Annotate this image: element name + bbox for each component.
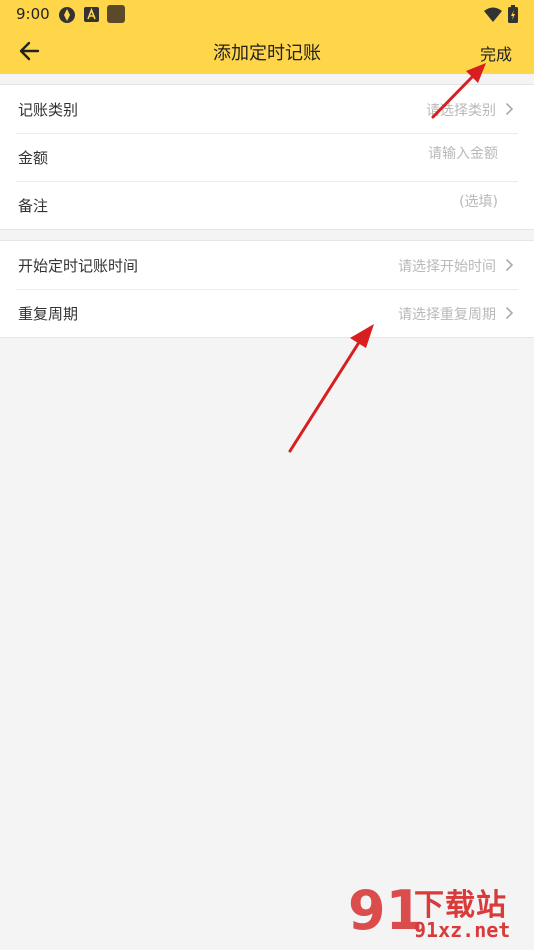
start-time-row[interactable]: 开始定时记账时间 请选择开始时间 — [0, 241, 534, 289]
category-row[interactable]: 记账类别 请选择类别 — [0, 85, 534, 133]
repeat-cycle-row[interactable]: 重复周期 请选择重复周期 — [0, 289, 534, 337]
translate-notification-icon — [84, 7, 99, 22]
status-time: 9:00 — [16, 5, 50, 23]
chevron-right-icon — [505, 258, 514, 272]
amount-input[interactable] — [318, 146, 498, 162]
annotation-arrow-repeat — [288, 324, 374, 453]
repeat-cycle-label: 重复周期 — [18, 305, 79, 323]
form-group-schedule: 开始定时记账时间 请选择开始时间 重复周期 请选择重复周期 — [0, 240, 534, 338]
repeat-cycle-hint: 请选择重复周期 — [398, 307, 496, 323]
chevron-right-icon — [505, 102, 514, 116]
watermark: 91 下载站 91xz.net — [348, 880, 528, 948]
battery-icon — [508, 5, 518, 23]
watermark-url: 91xz.net — [414, 918, 511, 942]
category-label: 记账类别 — [18, 101, 79, 119]
page-title: 添加定时记账 — [213, 43, 321, 64]
status-bar: 9:00 — [0, 0, 534, 28]
app-bar: 添加定时记账 完成 — [0, 28, 534, 74]
note-label: 备注 — [18, 197, 49, 215]
app-notification-icon — [59, 7, 75, 23]
form-group-basic: 记账类别 请选择类别 金额 备注 — [0, 84, 534, 230]
done-button[interactable]: 完成 — [480, 41, 512, 65]
amount-row: 金额 — [0, 133, 534, 181]
wifi-icon — [484, 7, 502, 22]
category-hint: 请选择类别 — [426, 103, 496, 119]
start-time-hint: 请选择开始时间 — [398, 259, 496, 275]
chevron-right-icon — [505, 306, 514, 320]
start-time-label: 开始定时记账时间 — [18, 257, 139, 275]
amount-label: 金额 — [18, 149, 49, 167]
watermark-logo: 91 — [348, 879, 424, 942]
note-row: 备注 — [0, 181, 534, 229]
note-input[interactable] — [318, 194, 498, 210]
app-square-icon — [107, 5, 125, 23]
